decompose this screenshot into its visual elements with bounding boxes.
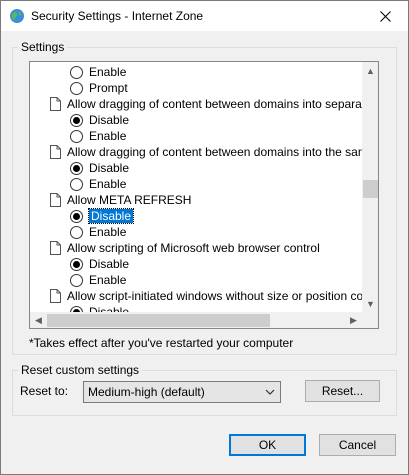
settings-list[interactable]: Enable Prompt Allow dragging of content be… [29, 61, 379, 329]
setting-option-radio[interactable]: Disable [70, 256, 362, 272]
cancel-button[interactable]: Cancel [319, 434, 396, 456]
settings-group-label: Settings [18, 40, 68, 54]
reset-group-label: Reset custom settings [18, 363, 143, 377]
setting-heading-label: Allow dragging of content between domain… [67, 145, 362, 159]
setting-option-label: Enable [89, 129, 127, 143]
ok-button[interactable]: OK [229, 434, 306, 456]
setting-option-label: Disable [89, 257, 130, 271]
setting-heading[interactable]: Allow script-initiated windows without s… [50, 288, 362, 304]
close-button[interactable] [362, 1, 408, 31]
close-icon [379, 10, 391, 22]
setting-option-label: Enable [89, 225, 127, 239]
radio-checked-icon[interactable] [70, 257, 83, 271]
radio-dot [73, 260, 80, 268]
scroll-corner [362, 312, 378, 328]
document-icon [50, 97, 61, 111]
radio-dot [73, 164, 80, 172]
setting-option-label: Disable [89, 113, 130, 127]
setting-option-label: Disable [89, 305, 130, 312]
setting-option-label: Enable [89, 177, 127, 191]
setting-option-radio[interactable]: Disable [70, 304, 362, 312]
reset-button[interactable]: Reset... [305, 380, 380, 402]
document-icon [50, 193, 61, 207]
horizontal-scrollbar[interactable]: ◀ ▶ [30, 312, 362, 328]
vertical-scroll-thumb[interactable] [363, 180, 378, 198]
scroll-down-arrow-icon[interactable]: ▼ [362, 295, 378, 312]
window-title: Security Settings - Internet Zone [31, 9, 204, 23]
setting-option-radio[interactable]: Disable [70, 208, 362, 224]
radio-unchecked-icon[interactable] [70, 177, 83, 191]
setting-option-radio[interactable]: Prompt [70, 80, 362, 96]
radio-checked-icon[interactable] [70, 161, 83, 175]
setting-option-radio[interactable]: Enable [70, 128, 362, 144]
setting-heading[interactable]: Allow dragging of content between domain… [50, 144, 362, 160]
title-bar[interactable]: Security Settings - Internet Zone [1, 1, 408, 31]
setting-option-label: Enable [89, 65, 127, 79]
radio-dot [73, 116, 80, 124]
radio-unchecked-icon[interactable] [70, 65, 83, 79]
setting-heading[interactable]: Allow META REFRESH [50, 192, 362, 208]
cancel-button-label: Cancel [338, 438, 377, 452]
radio-checked-icon[interactable] [70, 209, 83, 223]
setting-option-label: Disable [87, 208, 135, 224]
setting-option-radio[interactable]: Enable [70, 176, 362, 192]
setting-option-label: Prompt [89, 81, 128, 95]
setting-heading[interactable]: Allow scripting of Microsoft web browser… [50, 240, 362, 256]
setting-heading-label: Allow dragging of content between domain… [67, 97, 362, 111]
restart-note: *Takes effect after you've restarted you… [29, 336, 294, 350]
setting-heading-label: Allow script-initiated windows without s… [67, 289, 362, 303]
setting-option-radio[interactable]: Disable [70, 112, 362, 128]
reset-level-value: Medium-high (default) [88, 385, 205, 399]
scroll-left-arrow-icon[interactable]: ◀ [30, 312, 47, 328]
chevron-down-icon [265, 389, 275, 395]
setting-option-label: Disable [89, 161, 130, 175]
setting-heading[interactable]: Allow dragging of content between domain… [50, 96, 362, 112]
setting-option-radio[interactable]: Disable [70, 160, 362, 176]
radio-checked-icon[interactable] [70, 113, 83, 127]
scroll-up-arrow-icon[interactable]: ▲ [362, 62, 378, 79]
scroll-right-arrow-icon[interactable]: ▶ [345, 312, 362, 328]
ok-button-label: OK [258, 438, 277, 452]
vertical-scrollbar[interactable]: ▲ ▼ [362, 62, 378, 312]
reset-button-label: Reset... [321, 384, 364, 398]
radio-dot [73, 212, 80, 220]
setting-option-radio[interactable]: Enable [70, 224, 362, 240]
reset-to-label: Reset to: [20, 384, 69, 398]
globe-icon [10, 9, 24, 23]
radio-unchecked-icon[interactable] [70, 273, 83, 287]
setting-option-radio[interactable]: Enable [70, 272, 362, 288]
radio-unchecked-icon[interactable] [70, 81, 83, 95]
document-icon [50, 289, 61, 303]
horizontal-scroll-thumb[interactable] [47, 314, 270, 327]
radio-unchecked-icon[interactable] [70, 225, 83, 239]
setting-heading-label: Allow scripting of Microsoft web browser… [67, 241, 320, 255]
security-settings-dialog: Security Settings - Internet Zone Settin… [0, 0, 409, 475]
setting-heading-label: Allow META REFRESH [67, 193, 192, 207]
reset-level-dropdown[interactable]: Medium-high (default) [83, 381, 281, 403]
setting-option-radio[interactable]: Enable [70, 64, 362, 80]
setting-option-label: Enable [89, 273, 127, 287]
radio-unchecked-icon[interactable] [70, 129, 83, 143]
document-icon [50, 241, 61, 255]
document-icon [50, 145, 61, 159]
settings-list-viewport: Enable Prompt Allow dragging of content be… [30, 62, 362, 312]
